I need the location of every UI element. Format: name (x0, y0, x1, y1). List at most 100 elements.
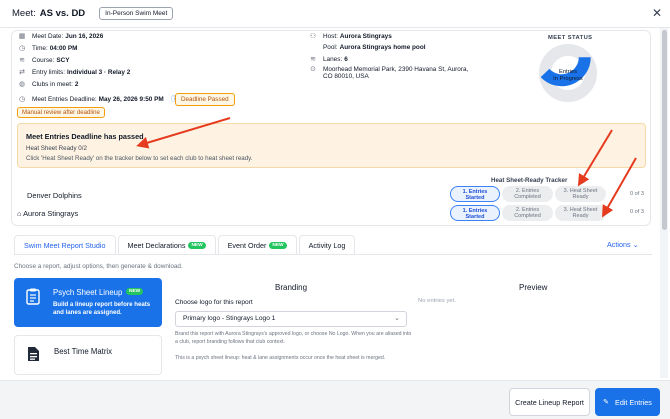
address-line2: CO 80010, USA (323, 73, 369, 80)
lanes-label: Lanes: (323, 55, 343, 63)
deadline-label: Meet Entries Deadline: (32, 95, 97, 103)
alert-subtitle: Heat Sheet Ready 0/2 (26, 145, 87, 152)
entry-limits-label: Entry limits: (32, 68, 66, 76)
manual-review-badge: Manual review after deadline (17, 107, 105, 118)
clock-icon: ◷ (18, 96, 26, 103)
address-row: ⊙ Moorhead Memorial Park, 2390 Havana St… (308, 65, 469, 74)
clubs-value: 2 (74, 80, 79, 88)
denver-step-entries-started[interactable]: 1. Entries Started (450, 186, 500, 202)
logo-select-value: Primary logo - Stingrays Logo 1 (183, 315, 276, 322)
step-label: Ready (572, 213, 589, 219)
new-badge: NEW (188, 241, 206, 249)
entry-limits-value: Individual 3 · Relay 2 (67, 68, 131, 76)
aurora-step-entries-completed[interactable]: 2. Entries Completed (502, 205, 553, 221)
tab-activity-log[interactable]: Activity Log (298, 235, 356, 254)
home-icon: ⌂ (17, 209, 22, 218)
tab-meet-declarations[interactable]: Meet Declarations NEW (117, 235, 216, 254)
chevron-down-icon: ⌄ (394, 315, 400, 322)
clubs-label: Clubs in meet: (32, 80, 73, 88)
course-row: ≋ Course: SCY (17, 56, 69, 65)
meet-date-row: ▦ Meet Date: Jun 16, 2026 (17, 32, 104, 41)
time-value: 04:00 PM (49, 44, 78, 52)
globe-icon: ◍ (18, 81, 26, 88)
clipboard-icon (26, 288, 40, 305)
deadline-value: May 26, 2026 9:50 PM (98, 95, 164, 103)
pool-icon: ≋ (19, 57, 25, 64)
calendar-icon: ▦ (18, 33, 26, 40)
host-label: Host: (323, 32, 338, 40)
time-row: ◷ Time: 04:00 PM (17, 44, 78, 53)
step-label: Ready (572, 194, 589, 200)
tabs-divider (14, 254, 652, 255)
lanes-icon: ≋ (310, 56, 316, 63)
actions-menu[interactable]: Actions ⌄ (607, 240, 639, 249)
step-label: Started (465, 214, 485, 220)
modal-header: Meet: AS vs. DD In-Person Swim Meet ✕ (0, 0, 670, 28)
psych-sheet-note: This is a psych sheet lineup: heat & lan… (175, 355, 386, 361)
limits-icon: ⇄ (19, 69, 25, 76)
host-value: Aurora Stingrays (339, 32, 392, 40)
document-icon (28, 347, 39, 361)
actions-label: Actions (607, 240, 631, 249)
clock-icon: ◷ (18, 45, 26, 52)
donut-label-line1: Entries (559, 69, 577, 75)
club-name-aurora: ⌂ Aurora Stingrays (17, 209, 78, 218)
create-lineup-report-button[interactable]: Create Lineup Report (509, 388, 590, 416)
location-pin-icon: ⊙ (310, 66, 316, 73)
tab-bar: Swim Meet Report Studio Meet Declaration… (14, 234, 357, 254)
step-label: 3. Heat Sheet (563, 206, 598, 213)
tab-report-studio[interactable]: Swim Meet Report Studio (14, 235, 116, 254)
psych-card-title: Psych Sheet Lineup (53, 288, 123, 297)
scrollbar-thumb[interactable] (662, 30, 667, 230)
meet-status-title: MEET STATUS (548, 35, 593, 41)
pool-label: Pool: (323, 44, 338, 51)
pool-value: Aurora Stingrays home pool (339, 44, 426, 51)
logo-select[interactable]: Primary logo - Stingrays Logo 1 ⌄ (175, 311, 407, 327)
denver-step-count: 0 of 3 (630, 191, 644, 197)
host-row: ⚇ Host: Aurora Stingrays (308, 32, 392, 41)
chevron-down-icon: ⌄ (632, 240, 639, 249)
step-label: Completed (514, 213, 541, 219)
step-label: 1. Entries (462, 207, 488, 214)
step-label: 3. Heat Sheet (563, 187, 598, 194)
create-button-label: Create Lineup Report (515, 397, 584, 407)
user-icon: ⚇ (309, 33, 317, 40)
tab-label: Meet Declarations (127, 240, 186, 250)
tracker-title: Heat Sheet-Ready Tracker (491, 177, 568, 184)
aurora-step-heat-sheet-ready[interactable]: 3. Heat Sheet Ready (555, 205, 606, 221)
step-label: 2. Entries (515, 187, 540, 194)
tab-label: Activity Log (308, 240, 346, 250)
entry-limits-row: ⇄ Entry limits: Individual 3 · Relay 2 (17, 68, 131, 77)
preview-empty-state: No entries yet. (418, 298, 456, 304)
deadline-alert: Meet Entries Deadline has passed Heat Sh… (17, 123, 646, 168)
deadline-row: ◷ Meet Entries Deadline: May 26, 2026 9:… (17, 94, 185, 104)
course-label: Course: (32, 56, 55, 64)
meet-name: AS vs. DD (39, 8, 86, 19)
tab-event-order[interactable]: Event Order NEW (217, 235, 297, 254)
tab-label: Swim Meet Report Studio (24, 240, 106, 250)
lanes-row: ≋ Lanes: 6 (308, 55, 348, 64)
step-label: Completed (514, 194, 541, 200)
edit-entries-button[interactable]: ✎ Edit Entries (595, 388, 660, 416)
club-name-denver: Denver Dolphins (27, 191, 82, 200)
aurora-step-entries-started[interactable]: 1. Entries Started (450, 205, 500, 221)
lanes-value: 6 (344, 55, 348, 63)
meet-date-label: Meet Date: (32, 32, 64, 40)
psych-sheet-lineup-card[interactable]: Psych Sheet Lineup NEW Build a lineup re… (14, 278, 162, 327)
best-time-matrix-card[interactable]: Best Time Matrix (14, 335, 162, 375)
pool-row: Pool: Aurora Stingrays home pool (308, 44, 426, 51)
club-name-aurora-text: Aurora Stingrays (23, 209, 79, 218)
address-line1: Moorhead Memorial Park, 2390 Havana St, … (323, 65, 469, 73)
new-badge: NEW (269, 241, 287, 249)
close-icon[interactable]: ✕ (652, 6, 662, 20)
address-row-2: CO 80010, USA (323, 73, 369, 80)
donut-label-line2: In Progress (553, 76, 583, 82)
meet-label: Meet: (12, 8, 36, 19)
denver-step-heat-sheet-ready[interactable]: 3. Heat Sheet Ready (555, 186, 606, 202)
meet-type-badge: In-Person Swim Meet (99, 7, 174, 20)
branding-title: Branding (275, 283, 308, 292)
denver-step-entries-completed[interactable]: 2. Entries Completed (502, 186, 553, 202)
meet-status-donut: Entries In Progress (539, 44, 597, 102)
time-label: Time: (32, 44, 48, 52)
psych-card-description: Build a lineup report before heats and l… (53, 301, 151, 316)
